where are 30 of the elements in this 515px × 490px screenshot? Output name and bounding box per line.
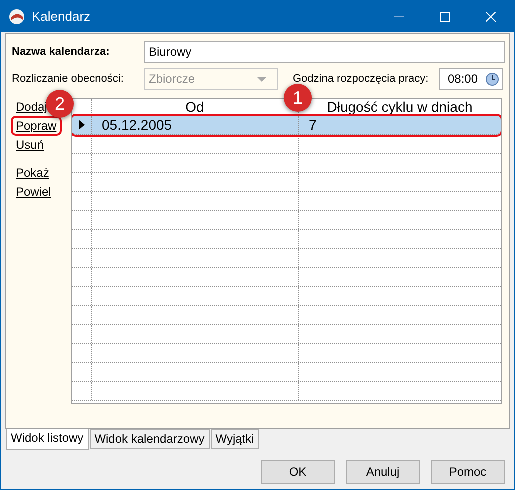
- time-field[interactable]: 08:00: [439, 68, 503, 90]
- step-badge: 2: [46, 90, 74, 118]
- close-icon: [486, 12, 496, 22]
- action-link[interactable]: Popraw: [13, 118, 60, 134]
- dialog-button[interactable]: OK: [261, 460, 335, 484]
- maximize-icon: [440, 12, 450, 22]
- step-badge: 1: [284, 84, 312, 112]
- field-label: Godzina rozpoczęcia pracy:: [293, 72, 429, 87]
- date-cell: 05.12.2005: [102, 117, 172, 133]
- dropdown-arrow-icon: [257, 76, 267, 82]
- tab[interactable]: Widok kalendarzowy: [90, 429, 210, 449]
- action-link[interactable]: Powiel: [15, 184, 52, 200]
- dialog-button[interactable]: Pomoc: [431, 460, 505, 484]
- window-title: Kalendarz: [32, 8, 91, 26]
- field-label: Nazwa kalendarza:: [12, 44, 111, 60]
- app-logo-icon: [9, 8, 25, 24]
- tab[interactable]: Wyjątki: [210, 429, 260, 449]
- table-row[interactable]: 05.12.2005 7: [72, 116, 501, 135]
- field-label: Rozliczanie obecności:: [12, 72, 125, 87]
- action-link[interactable]: Usuń: [15, 137, 46, 153]
- name-field[interactable]: Biurowy: [144, 41, 505, 63]
- clock-icon: [486, 72, 499, 86]
- column-header: Od: [186, 99, 204, 115]
- tab[interactable]: Widok listowy: [6, 429, 89, 450]
- action-link[interactable]: Pokaż: [15, 165, 50, 181]
- action-link[interactable]: Dodaj: [15, 99, 48, 115]
- cycle-length-cell: 7: [309, 117, 317, 133]
- dialog-button[interactable]: Anuluj: [346, 460, 420, 484]
- column-header: Długość cyklu w dniach: [327, 99, 473, 115]
- row-pointer-icon: [78, 120, 84, 130]
